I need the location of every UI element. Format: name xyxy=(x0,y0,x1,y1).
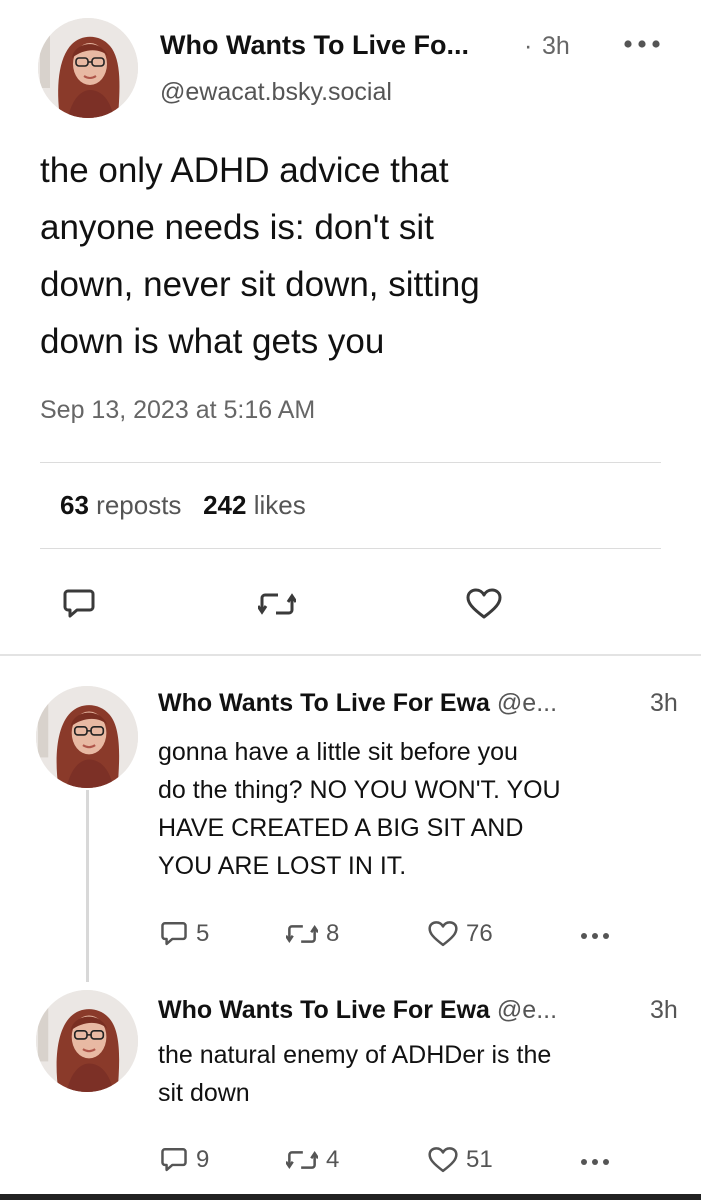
divider xyxy=(40,462,661,463)
repost-icon xyxy=(286,924,318,944)
reply-count: 9 xyxy=(196,1146,210,1173)
more-icon[interactable] xyxy=(580,1156,610,1168)
reply-text-line: sit down xyxy=(158,1079,250,1107)
reply-text: the natural enemy of ADHDer is the sit d… xyxy=(158,1036,551,1112)
avatar[interactable] xyxy=(36,686,138,788)
like-count: 51 xyxy=(466,1146,493,1173)
likes-count[interactable]: 242 xyxy=(203,490,246,520)
divider xyxy=(40,548,661,549)
reply-text: gonna have a little sit before you do th… xyxy=(158,733,561,885)
reply-time[interactable]: 3h xyxy=(650,689,678,718)
like-icon[interactable] xyxy=(466,588,502,620)
thread-separator xyxy=(0,654,701,656)
reply-author-name[interactable]: Who Wants To Live For Ewa xyxy=(158,689,490,717)
reposts-label[interactable]: reposts xyxy=(96,490,181,520)
repost-icon[interactable] xyxy=(258,590,296,618)
author-handle[interactable]: @ewacat.bsky.social xyxy=(160,78,392,107)
repost-icon xyxy=(286,1150,318,1170)
avatar-image xyxy=(36,686,138,788)
reply-text-line: the natural enemy of ADHDer is the xyxy=(158,1041,552,1069)
reply-text-line: do the thing? NO YOU WON'T. YOU xyxy=(158,776,561,804)
post-text-line: the only ADHD advice that xyxy=(40,151,449,190)
like-count: 76 xyxy=(466,920,493,947)
post-time[interactable]: 3h xyxy=(542,32,570,61)
avatar-image xyxy=(36,990,138,1092)
reply-icon xyxy=(161,922,187,946)
reply-author-handle[interactable]: @e... xyxy=(497,689,557,717)
post-text: the only ADHD advice that anyone needs i… xyxy=(40,142,660,370)
likes-label[interactable]: likes xyxy=(254,490,306,520)
reply-author[interactable]: Who Wants To Live For Ewa @e... xyxy=(158,689,557,718)
more-icon[interactable] xyxy=(580,930,610,942)
like-button[interactable]: 51 xyxy=(428,1146,493,1174)
reply-author-handle[interactable]: @e... xyxy=(497,996,557,1024)
reply-icon xyxy=(161,1148,187,1172)
reply-text-line: HAVE CREATED A BIG SIT AND xyxy=(158,814,524,842)
thread-line xyxy=(86,790,89,982)
reply-icon[interactable] xyxy=(62,588,96,620)
author-name[interactable]: Who Wants To Live Fo... xyxy=(160,30,469,61)
post-date: Sep 13, 2023 at 5:16 AM xyxy=(40,396,316,424)
reply-author[interactable]: Who Wants To Live For Ewa @e... xyxy=(158,996,557,1025)
repost-count: 4 xyxy=(326,1146,340,1173)
post-text-line: anyone needs is: don't sit xyxy=(40,208,434,247)
repost-button[interactable]: 4 xyxy=(286,1146,339,1174)
like-icon xyxy=(428,1147,458,1173)
separator-dot: · xyxy=(524,32,533,60)
reply-text-line: YOU ARE LOST IN IT. xyxy=(158,852,407,880)
avatar-image xyxy=(38,18,138,118)
reposts-count[interactable]: 63 xyxy=(60,490,89,520)
reply-button[interactable]: 9 xyxy=(160,1146,209,1174)
like-button[interactable]: 76 xyxy=(428,920,493,948)
reply-author-name[interactable]: Who Wants To Live For Ewa xyxy=(158,996,490,1024)
reply-time[interactable]: 3h xyxy=(650,996,678,1025)
repost-count: 8 xyxy=(326,920,340,947)
avatar[interactable] xyxy=(36,990,138,1092)
like-icon xyxy=(428,921,458,947)
reply-button[interactable]: 5 xyxy=(160,920,209,948)
more-icon[interactable] xyxy=(622,36,662,52)
post-stats: 63 reposts 242 likes xyxy=(60,490,306,521)
post-text-line: down, never sit down, sitting xyxy=(40,265,480,304)
repost-button[interactable]: 8 xyxy=(286,920,339,948)
post-text-line: down is what gets you xyxy=(40,322,385,361)
bottom-edge xyxy=(0,1194,701,1200)
reply-text-line: gonna have a little sit before you xyxy=(158,738,518,766)
avatar[interactable] xyxy=(38,18,138,118)
reply-count: 5 xyxy=(196,920,210,947)
